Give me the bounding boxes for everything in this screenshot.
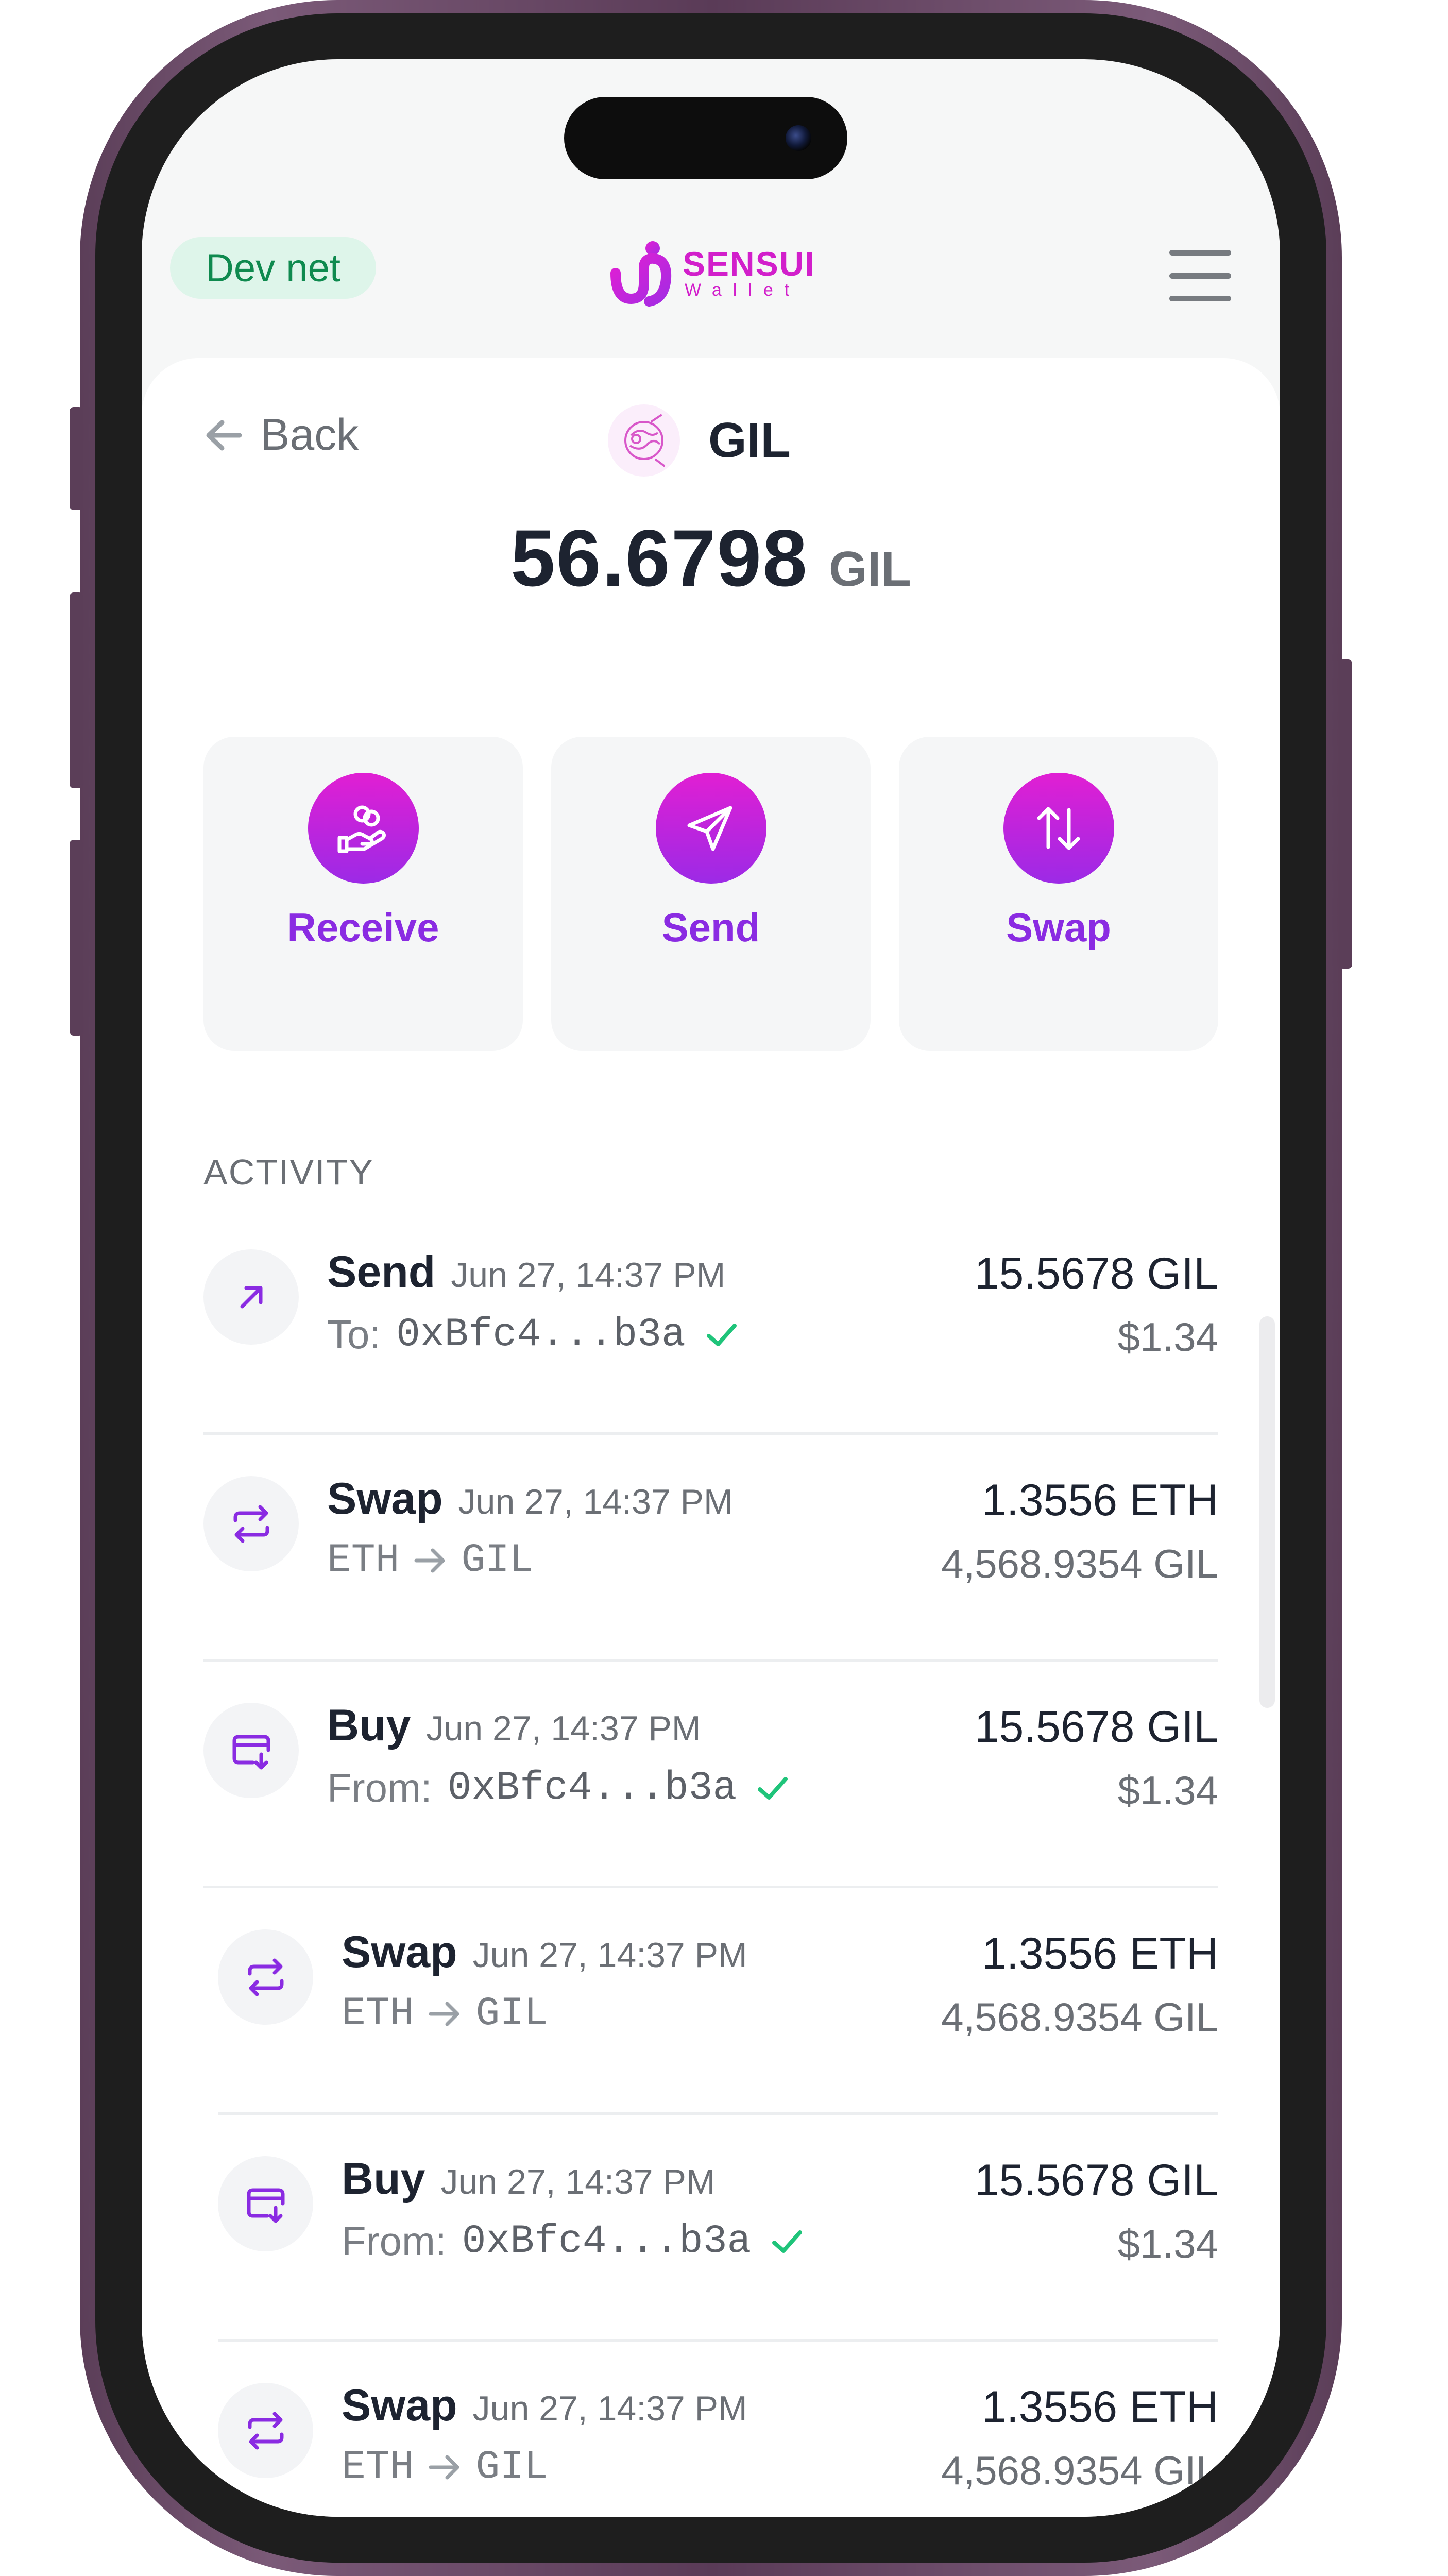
- token-balance: 56.6798 GIL: [142, 513, 1280, 605]
- activity-date: Jun 27, 14:37 PM: [451, 1256, 726, 1295]
- receive-button[interactable]: Receive: [203, 737, 523, 1051]
- swap-arrows-icon: [218, 2383, 313, 2478]
- activity-value: 4,568.9354 GIL: [941, 2448, 1218, 2493]
- paper-plane-icon: [655, 773, 766, 884]
- hamburger-menu-icon[interactable]: [1169, 250, 1231, 301]
- card-download-icon: [203, 1703, 299, 1798]
- activity-value: 4,568.9354 GIL: [941, 1541, 1218, 1586]
- side-button-power: [1339, 659, 1352, 969]
- swap-button[interactable]: Swap: [899, 737, 1218, 1051]
- side-button-volume-down: [70, 840, 83, 1036]
- activity-amount: 15.5678 GIL: [974, 1249, 1218, 1298]
- check-icon: [758, 1776, 788, 1800]
- app-header: Dev net SENSUI Wallet: [142, 214, 1280, 317]
- activity-detail: ETH GIL: [342, 2445, 548, 2490]
- activity-type: Send Jun 27, 14:37 PM: [327, 1247, 726, 1297]
- balance-unit: GIL: [828, 541, 911, 597]
- activity-row-swap[interactable]: Swap Jun 27, 14:37 PM ETH GIL 1.3556 ETH …: [218, 1888, 1218, 2115]
- check-icon: [706, 1323, 737, 1346]
- back-label: Back: [260, 410, 359, 460]
- activity-value: 4,568.9354 GIL: [941, 1994, 1218, 2040]
- address: 0xBfc4...b3a: [396, 1312, 686, 1358]
- token-header: GIL: [608, 404, 791, 477]
- send-button[interactable]: Send: [551, 737, 871, 1051]
- card-download-icon: [218, 2156, 313, 2251]
- activity-detail: From: 0xBfc4...b3a: [342, 2218, 805, 2265]
- send-label: Send: [661, 905, 760, 950]
- arrow-up-right-icon: [203, 1249, 299, 1345]
- arrow-right-icon: [429, 2455, 459, 2480]
- activity-detail: ETH GIL: [342, 1991, 548, 2037]
- side-button-action: [70, 407, 83, 510]
- activity-type: Buy Jun 27, 14:37 PM: [342, 2154, 716, 2204]
- swap-arrows-icon: [218, 1929, 313, 2025]
- activity-date: Jun 27, 14:37 PM: [472, 2389, 747, 2428]
- activity-row-swap[interactable]: Swap Jun 27, 14:37 PM ETH GIL 1.3556 ETH …: [218, 2342, 1218, 2517]
- swap-arrows-icon: [203, 1476, 299, 1571]
- phone-frame: Dev net SENSUI Wallet Back GIL 56.6798 G…: [70, 0, 1352, 2576]
- activity-scrollbar[interactable]: [1259, 1316, 1275, 1708]
- token-name: GIL: [708, 413, 791, 468]
- activity-value: $1.34: [1117, 2221, 1218, 2266]
- activity-row-send[interactable]: Send Jun 27, 14:37 PM To: 0xBfc4...b3a 15.…: [203, 1208, 1218, 1435]
- activity-value: $1.34: [1117, 1314, 1218, 1360]
- token-detail-card: Back GIL 56.6798 GIL Receive Send Swap A…: [142, 358, 1280, 2517]
- activity-list: Send Jun 27, 14:37 PM To: 0xBfc4...b3a 15.…: [203, 1208, 1218, 2517]
- arrows-up-down-icon: [1003, 773, 1114, 884]
- swap-label: Swap: [1006, 905, 1111, 950]
- activity-value: $1.34: [1117, 1768, 1218, 1813]
- activity-detail: From: 0xBfc4...b3a: [327, 1765, 791, 1811]
- activity-row-buy[interactable]: Buy Jun 27, 14:37 PM From: 0xBfc4...b3a 15…: [203, 1662, 1218, 1888]
- activity-detail: ETH GIL: [327, 1538, 534, 1583]
- activity-amount: 15.5678 GIL: [974, 2156, 1218, 2205]
- activity-amount: 1.3556 ETH: [982, 1929, 1218, 1978]
- activity-row-swap[interactable]: Swap Jun 27, 14:37 PM ETH GIL 1.3556 ETH …: [203, 1435, 1218, 1662]
- activity-date: Jun 27, 14:37 PM: [458, 1482, 733, 1521]
- gil-token-icon: [608, 404, 680, 477]
- activity-date: Jun 27, 14:37 PM: [472, 1936, 747, 1975]
- activity-type: Swap Jun 27, 14:37 PM: [327, 1474, 733, 1523]
- activity-detail: To: 0xBfc4...b3a: [327, 1311, 740, 1358]
- sensui-logo: SENSUI Wallet: [605, 234, 822, 312]
- receive-label: Receive: [287, 905, 439, 950]
- action-buttons: Receive Send Swap: [203, 737, 1218, 1051]
- camera-icon: [786, 125, 811, 151]
- activity-type: Swap Jun 27, 14:37 PM: [342, 2381, 747, 2430]
- logo-name: SENSUI: [683, 245, 815, 283]
- sensui-logo-icon: [610, 241, 672, 307]
- address: 0xBfc4...b3a: [462, 2218, 752, 2264]
- check-icon: [772, 2230, 803, 2253]
- arrow-right-icon: [414, 1548, 445, 1573]
- logo-subtitle: Wallet: [685, 280, 801, 300]
- activity-type: Swap Jun 27, 14:37 PM: [342, 1927, 747, 1977]
- address: 0xBfc4...b3a: [447, 1765, 737, 1811]
- arrow-right-icon: [429, 2002, 459, 2026]
- activity-date: Jun 27, 14:37 PM: [426, 1709, 701, 1748]
- side-button-volume-up: [70, 592, 83, 788]
- activity-amount: 1.3556 ETH: [982, 1476, 1218, 1525]
- balance-amount: 56.6798: [510, 514, 808, 603]
- activity-row-buy[interactable]: Buy Jun 27, 14:37 PM From: 0xBfc4...b3a 15…: [218, 2115, 1218, 2342]
- dynamic-island: [564, 97, 847, 179]
- activity-amount: 15.5678 GIL: [974, 1702, 1218, 1752]
- activity-type: Buy Jun 27, 14:37 PM: [327, 1701, 701, 1750]
- screen: Dev net SENSUI Wallet Back GIL 56.6798 G…: [142, 59, 1280, 2517]
- hand-coins-icon: [308, 773, 419, 884]
- back-button[interactable]: Back: [203, 410, 359, 461]
- activity-title: ACTIVITY: [203, 1152, 374, 1192]
- activity-date: Jun 27, 14:37 PM: [440, 2162, 716, 2201]
- arrow-left-icon: [206, 420, 242, 450]
- network-badge[interactable]: Dev net: [170, 237, 376, 299]
- activity-amount: 1.3556 ETH: [982, 2382, 1218, 2432]
